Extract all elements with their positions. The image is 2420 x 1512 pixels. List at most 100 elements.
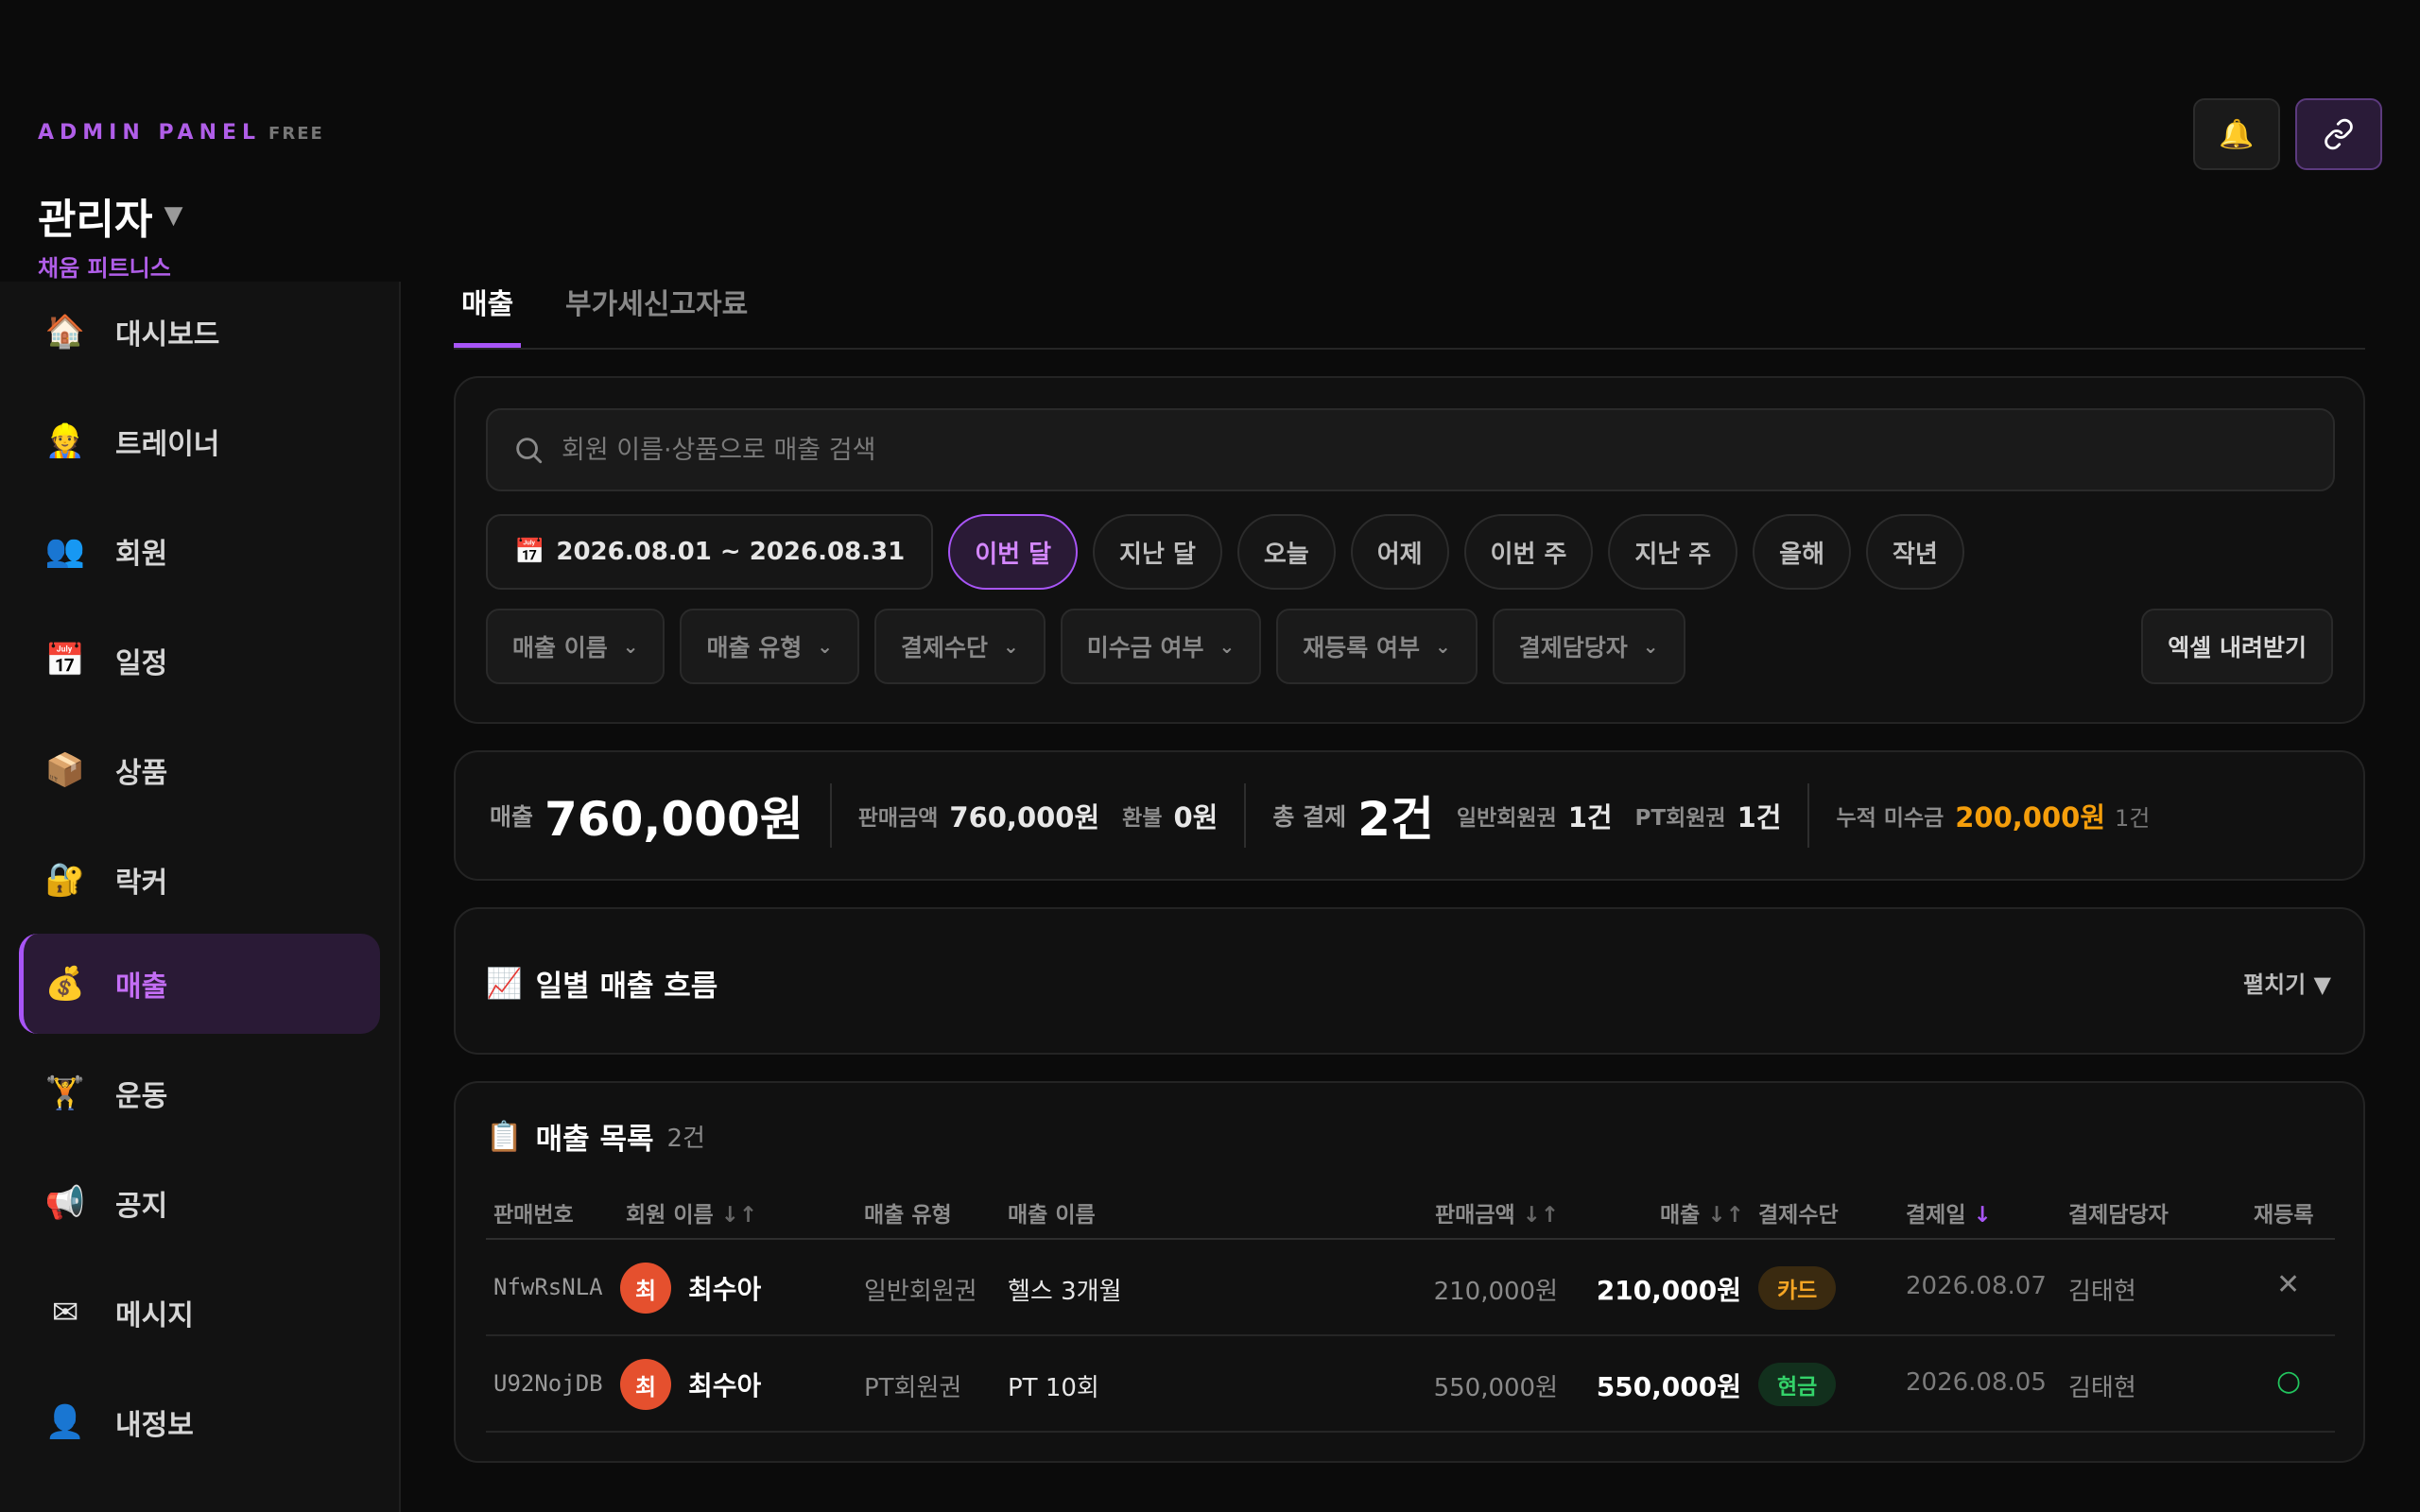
sidebar-item-label: 트레이너 [115,428,220,461]
filter-renewal[interactable]: 재등록 여부 ⌄ [1276,609,1478,684]
filter-dropdown-row: 매출 이름 ⌄ 매출 유형 ⌄ 결제수단 ⌄ 미수금 여부 ⌄ 재등록 여부 ⌄ 결제담당… [486,609,1685,684]
sidebar-item-products[interactable]: 📦 상품 [19,720,380,820]
refund-value: 0원 [1173,801,1219,833]
chip-yesterday[interactable]: 어제 [1350,514,1449,590]
payment-badge: 카드 [1758,1266,1837,1310]
bell-icon: 🔔 [2219,117,2255,151]
avatar: 최 [620,1359,671,1410]
general-label: 일반회원권 [1456,806,1557,831]
chip-last-month[interactable]: 지난 달 [1093,514,1222,590]
column-member[interactable]: 회원 이름 ↓↑ [626,1196,757,1228]
search-input[interactable] [562,421,2333,478]
excel-download-button[interactable]: 엑셀 내려받기 [2141,609,2333,684]
member-cell: 최 최수아 [620,1359,761,1410]
member-name[interactable]: 최수아 [688,1366,761,1403]
pay-staff: 김태현 [2068,1374,2136,1402]
sidebar-item-label: 메시지 [115,1299,194,1332]
sidebar-item-sales[interactable]: 💰 매출 [19,934,380,1034]
megaphone-icon: 📢 [44,1184,86,1222]
circle-icon: ○ [2276,1365,2302,1398]
filter-sales-type[interactable]: 매출 유형 ⌄ [680,609,859,684]
chevron-down-icon: ⌄ [1219,635,1236,658]
package-icon: 📦 [44,751,86,789]
member-name[interactable]: 최수아 [688,1269,761,1307]
sort-icon: ↓↑ [1707,1203,1744,1228]
sale-amount: 550,000원 [1433,1374,1558,1402]
chevron-down-icon: ⌄ [817,635,833,658]
column-staff: 결제담당자 [2068,1203,2169,1228]
chip-last-week[interactable]: 지난 주 [1608,514,1738,590]
chip-this-year[interactable]: 올해 [1753,514,1852,590]
unpaid-value: 200,000원 [1955,801,2106,833]
sale-product: PT 10회 [1008,1374,1099,1402]
pay-date: 2026.08.05 [1906,1368,2047,1397]
notification-button[interactable]: 🔔 [2193,98,2280,170]
sales-list: 📋 매출 목록 2건 판매번호 회원 이름 ↓↑ 매출 유형 매출 이름 판매금액… [454,1081,2365,1463]
table-row[interactable]: NfwRsNLA 최 최수아 일반회원권 헬스 3개월 210,000원 210… [486,1240,2335,1336]
chevron-down-icon: ⌄ [1642,635,1659,658]
member-cell: 최 최수아 [620,1263,761,1314]
sales-summary: 매출 760,000원 판매금액 760,000원 환불 0원 총 결제 2건 … [454,750,2365,881]
daily-flow-header: 📈 일별 매출 흐름 [486,962,717,1005]
sidebar-item-locker[interactable]: 🔐 락커 [19,830,380,930]
chart-icon: 📈 [486,967,523,1001]
sidebar-item-my-info[interactable]: 👤 내정보 [19,1372,380,1472]
expand-button[interactable]: 펼치기 ▼ [2243,966,2331,999]
gross-value: 760,000원 [949,801,1100,833]
sale-type: PT회원권 [864,1374,962,1402]
column-amount[interactable]: 판매금액 ↓↑ [1435,1196,1559,1228]
filter-payment-method[interactable]: 결제수단 ⌄ [873,609,1046,684]
pt-label: PT회원권 [1634,806,1726,831]
close-icon: ✕ [2276,1268,2301,1301]
link-button[interactable] [2295,98,2382,170]
sidebar-item-trainer[interactable]: 👷 트레이너 [19,391,380,491]
column-pay-date[interactable]: 결제일 ↓ [1906,1196,1992,1228]
divider [1244,783,1247,848]
filter-label: 결제담당자 [1518,634,1628,662]
chevron-down-icon: ⌄ [1002,635,1019,658]
general-value: 1건 [1567,801,1613,833]
tab-sales[interactable]: 매출 [454,285,522,348]
unpaid-label: 누적 미수금 [1836,806,1945,831]
tab-vat-report[interactable]: 부가세신고자료 [558,285,755,348]
date-range-picker[interactable]: 📅 2026.08.01 ~ 2026.08.31 [486,514,934,590]
role-selector[interactable]: 관리자 ▼ [38,185,182,246]
unpaid-count: 1건 [2115,804,2151,832]
plan-badge: FREE [268,124,324,144]
filter-label: 미수금 여부 [1086,634,1204,662]
column-pay-method: 결제수단 [1758,1203,1839,1228]
column-renew: 재등록 [2254,1203,2314,1228]
chip-this-month[interactable]: 이번 달 [948,514,1079,590]
column-sales[interactable]: 매출 ↓↑ [1660,1196,1744,1228]
sales-total: 760,000원 [544,792,804,847]
sidebar-item-message[interactable]: ✉ 메시지 [19,1263,380,1363]
column-type: 매출 유형 [864,1203,952,1228]
sidebar-item-dashboard[interactable]: 🏠 대시보드 [19,282,380,382]
gym-name: 채움 피트니스 [38,255,171,282]
table-row[interactable]: U92NojDB 최 최수아 PT회원권 PT 10회 550,000원 550… [486,1336,2335,1433]
date-range-text: 2026.08.01 ~ 2026.08.31 [556,538,906,566]
sidebar-item-workout[interactable]: 🏋 운동 [19,1043,380,1143]
total-pay-label: 총 결제 [1272,803,1347,831]
sidebar-item-schedule[interactable]: 📅 일정 [19,610,380,711]
filter-sales-name[interactable]: 매출 이름 ⌄ [486,609,666,684]
chip-today[interactable]: 오늘 [1236,514,1336,590]
filter-unpaid[interactable]: 미수금 여부 ⌄ [1060,609,1262,684]
column-label: 결제일 [1906,1203,1966,1228]
chip-last-year[interactable]: 작년 [1866,514,1964,590]
lock-key-icon: 🔐 [44,861,86,899]
sidebar-item-label: 상품 [115,757,168,790]
filter-label: 매출 이름 [512,634,608,662]
sidebar-item-label: 내정보 [115,1409,194,1442]
column-code: 판매번호 [493,1203,574,1228]
chip-this-week[interactable]: 이번 주 [1463,514,1594,590]
column-label: 판매금액 [1435,1203,1515,1228]
sidebar-item-notice[interactable]: 📢 공지 [19,1153,380,1253]
sale-code: NfwRsNLA [493,1274,603,1300]
divider [1807,783,1810,848]
sidebar-item-label: 운동 [115,1080,168,1113]
sidebar-item-members[interactable]: 👥 회원 [19,501,380,601]
pt-value: 1건 [1737,801,1782,833]
calendar-icon: 📅 [44,642,86,679]
filter-staff[interactable]: 결제담당자 ⌄ [1492,609,1685,684]
